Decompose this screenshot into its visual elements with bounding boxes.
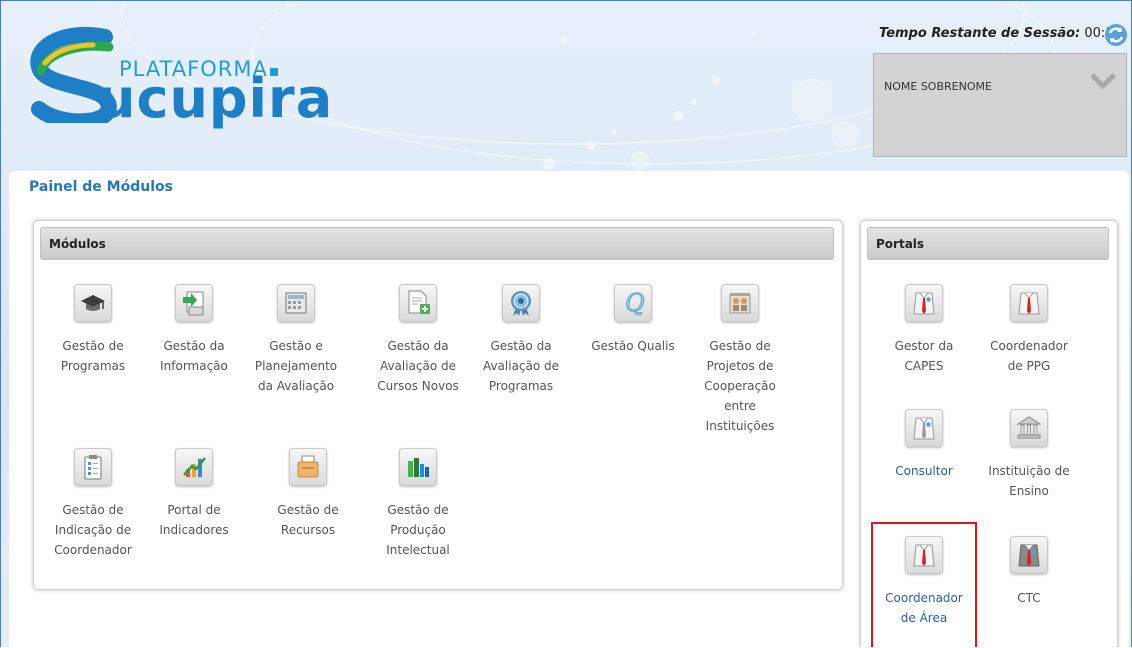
shirt-tie-icon	[1010, 284, 1048, 322]
logo-main-text: ucupira	[97, 67, 334, 130]
portal-label: Coordenador de Área	[885, 591, 963, 625]
shirt-tie-icon	[905, 284, 943, 322]
module-label: Gestão da Informação	[160, 339, 228, 373]
portal-tile-ctc[interactable]: CTC	[979, 536, 1079, 608]
portal-label: Instituição de Ensino	[988, 464, 1070, 498]
books-icon	[399, 448, 437, 486]
module-tile-gestao-qualis[interactable]: Q Gestão Qualis	[583, 284, 683, 356]
module-tile-avaliacao-cursos-novos[interactable]: Gestão da Avaliação de Cursos Novos	[368, 284, 468, 396]
document-add-icon	[399, 284, 437, 322]
printer-tray-icon	[289, 448, 327, 486]
module-label: Gestão Qualis	[591, 339, 675, 353]
graduation-cap-icon	[74, 284, 112, 322]
chevron-down-icon[interactable]	[1090, 72, 1116, 92]
shirt-tie-icon	[905, 409, 943, 447]
portal-tile-coordenador-de-area[interactable]: Coordenador de Área	[874, 536, 974, 628]
portal-tile-coordenador-de-ppg[interactable]: Coordenador de PPG	[979, 284, 1079, 376]
module-tile-portal-de-indicadores[interactable]: Portal de Indicadores	[144, 448, 244, 540]
user-menu[interactable]: NOME SOBRENOME	[873, 53, 1127, 157]
session-timer: Tempo Restante de Sessão: 00:15	[879, 26, 1122, 41]
cooperation-people-icon	[721, 284, 759, 322]
module-label: Gestão e Planejamento da Avaliação	[254, 339, 338, 393]
module-label: Gestão de Projetos de Cooperação entre Insti…	[704, 339, 776, 433]
portal-label: Coordenador de PPG	[990, 339, 1068, 373]
institution-building-icon	[1010, 409, 1048, 447]
user-name: NOME SOBRENOME	[884, 80, 992, 93]
page-title: Painel de Módulos	[29, 179, 173, 195]
portal-label: CTC	[1017, 591, 1041, 605]
portal-tile-gestor-da-capes[interactable]: Gestor da CAPES	[874, 284, 974, 376]
portal-tile-instituicao-de-ensino[interactable]: Instituição de Ensino	[979, 409, 1079, 501]
chart-indicators-icon	[175, 448, 213, 486]
document-import-icon	[175, 284, 213, 322]
award-seal-icon	[502, 284, 540, 322]
portal-label: Consultor	[895, 464, 953, 478]
module-tile-gestao-de-recursos[interactable]: Gestão de Recursos	[258, 448, 358, 540]
app-frame: PLATAFORMA ucupira Tempo Restante de Ses…	[0, 0, 1132, 647]
shirt-tie-icon	[905, 536, 943, 574]
module-tile-gestao-de-programas[interactable]: Gestão de Programas	[43, 284, 143, 376]
module-tile-gestao-da-informacao[interactable]: Gestão da Informação	[144, 284, 244, 376]
portal-tile-consultor[interactable]: Consultor	[874, 409, 974, 481]
refresh-icon[interactable]	[1104, 23, 1128, 47]
portals-heading: Portals	[867, 227, 1109, 260]
module-tile-avaliacao-de-programas[interactable]: Gestão da Avaliação de Programas	[471, 284, 571, 396]
calculator-icon	[277, 284, 315, 322]
module-tile-projetos-cooperacao[interactable]: Gestão de Projetos de Cooperação entre Insti…	[690, 284, 790, 436]
module-label: Gestão de Produção Intelectual	[386, 503, 450, 557]
module-label: Gestão da Avaliação de Programas	[482, 339, 560, 393]
shirt-tie-icon	[1010, 536, 1048, 574]
modules-heading: Módulos	[40, 227, 834, 260]
module-tile-gestao-e-planejamento[interactable]: Gestão e Planejamento da Avaliação	[246, 284, 346, 396]
module-label: Portal de Indicadores	[159, 503, 229, 537]
qualis-q-icon: Q	[614, 284, 652, 322]
clipboard-list-icon	[74, 448, 112, 486]
module-label: Gestão de Recursos	[277, 503, 339, 537]
module-label: Gestão de Programas	[60, 339, 126, 373]
session-label: Tempo Restante de Sessão:	[879, 26, 1081, 41]
module-label: Gestão de Indicação de Coordenador	[54, 503, 132, 557]
module-tile-producao-intelectual[interactable]: Gestão de Produção Intelectual	[368, 448, 468, 560]
module-tile-indicacao-coordenador[interactable]: Gestão de Indicação de Coordenador	[43, 448, 143, 560]
svg-text:Q: Q	[625, 289, 645, 317]
module-label: Gestão da Avaliação de Cursos Novos	[377, 339, 459, 393]
sucupira-logo[interactable]: PLATAFORMA ucupira	[27, 23, 347, 133]
portal-label: Gestor da CAPES	[894, 339, 954, 373]
